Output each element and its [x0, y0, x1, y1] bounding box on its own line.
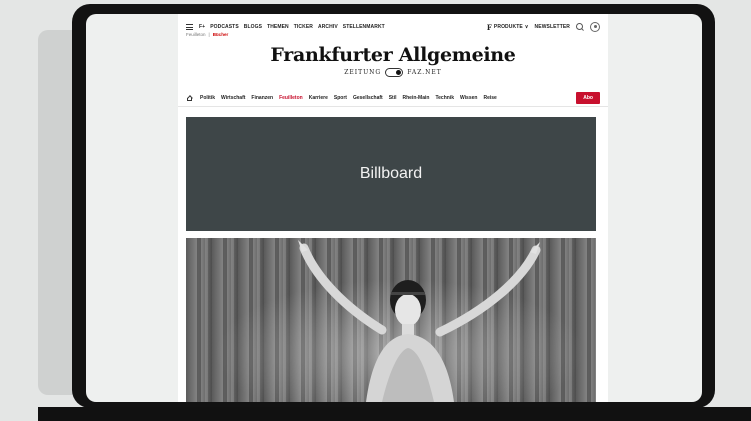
section-item-sport[interactable]: Sport	[334, 95, 347, 101]
breadcrumb-parent[interactable]: Feuilleton	[186, 32, 206, 37]
article-hero-image[interactable]	[186, 238, 596, 402]
produkte-label: PRODUKTE	[493, 24, 523, 30]
topnav-plus[interactable]: F+	[199, 24, 205, 30]
abo-button[interactable]: Abo	[576, 92, 600, 104]
search-icon[interactable]	[576, 23, 584, 31]
topnav-item-ticker[interactable]: TICKER	[294, 24, 313, 30]
section-item-reise[interactable]: Reise	[483, 95, 496, 101]
billboard-label: Billboard	[359, 165, 423, 182]
topnav-item-stellenmarkt[interactable]: STELLENMARKT	[343, 24, 385, 30]
section-item-karriere[interactable]: Karriere	[309, 95, 328, 101]
section-item-stil[interactable]: Stil	[389, 95, 397, 101]
newsletter-link[interactable]: NEWSLETTER	[535, 24, 570, 30]
section-item-wissen[interactable]: Wissen	[460, 95, 477, 101]
hamburger-menu-icon[interactable]	[186, 24, 193, 30]
browser-screen: F+ PODCASTS BLOGS THEMEN TICKER ARCHIV S…	[86, 14, 702, 402]
section-item-technik[interactable]: Technik	[435, 95, 454, 101]
breadcrumb-separator: |	[208, 32, 210, 37]
zeitung-label[interactable]: ZEITUNG	[344, 69, 381, 76]
header-divider	[178, 106, 608, 107]
section-item-gesellschaft[interactable]: Gesellschaft	[353, 95, 383, 101]
section-navigation: Politik Wirtschaft Finanzen Feuilleton K…	[186, 92, 600, 104]
topnav-item-podcasts[interactable]: PODCASTS	[210, 24, 239, 30]
produkte-menu[interactable]: F PRODUKTE ∨	[487, 23, 529, 32]
breadcrumb: Feuilleton | Bücher	[186, 32, 228, 37]
faznet-label[interactable]: FAZ.NET	[407, 69, 442, 76]
section-item-rhein-main[interactable]: Rhein-Main	[403, 95, 430, 101]
breadcrumb-current[interactable]: Bücher	[213, 32, 229, 37]
user-account-icon[interactable]	[590, 22, 600, 32]
edition-toggle[interactable]	[385, 68, 404, 77]
section-item-politik[interactable]: Politik	[200, 95, 215, 101]
masthead-subline: ZEITUNG FAZ.NET	[178, 68, 608, 77]
laptop-base	[38, 407, 751, 421]
masthead-logo[interactable]: Frankfurter Allgemeine	[178, 44, 608, 66]
faz-page: F+ PODCASTS BLOGS THEMEN TICKER ARCHIV S…	[178, 14, 608, 402]
section-item-feuilleton[interactable]: Feuilleton	[279, 95, 303, 101]
faz-logo-icon: F	[486, 22, 492, 32]
billboard-ad-placeholder[interactable]: Billboard	[186, 117, 596, 231]
chevron-down-icon: ∨	[524, 24, 529, 30]
topnav-item-blogs[interactable]: BLOGS	[244, 24, 262, 30]
section-item-wirtschaft[interactable]: Wirtschaft	[221, 95, 245, 101]
topnav-item-archiv[interactable]: ARCHIV	[318, 24, 338, 30]
home-icon[interactable]	[186, 95, 193, 101]
top-navigation: F+ PODCASTS BLOGS THEMEN TICKER ARCHIV S…	[186, 22, 600, 32]
topnav-item-themen[interactable]: THEMEN	[267, 24, 289, 30]
dancer-photo	[186, 238, 596, 402]
section-item-finanzen[interactable]: Finanzen	[251, 95, 273, 101]
